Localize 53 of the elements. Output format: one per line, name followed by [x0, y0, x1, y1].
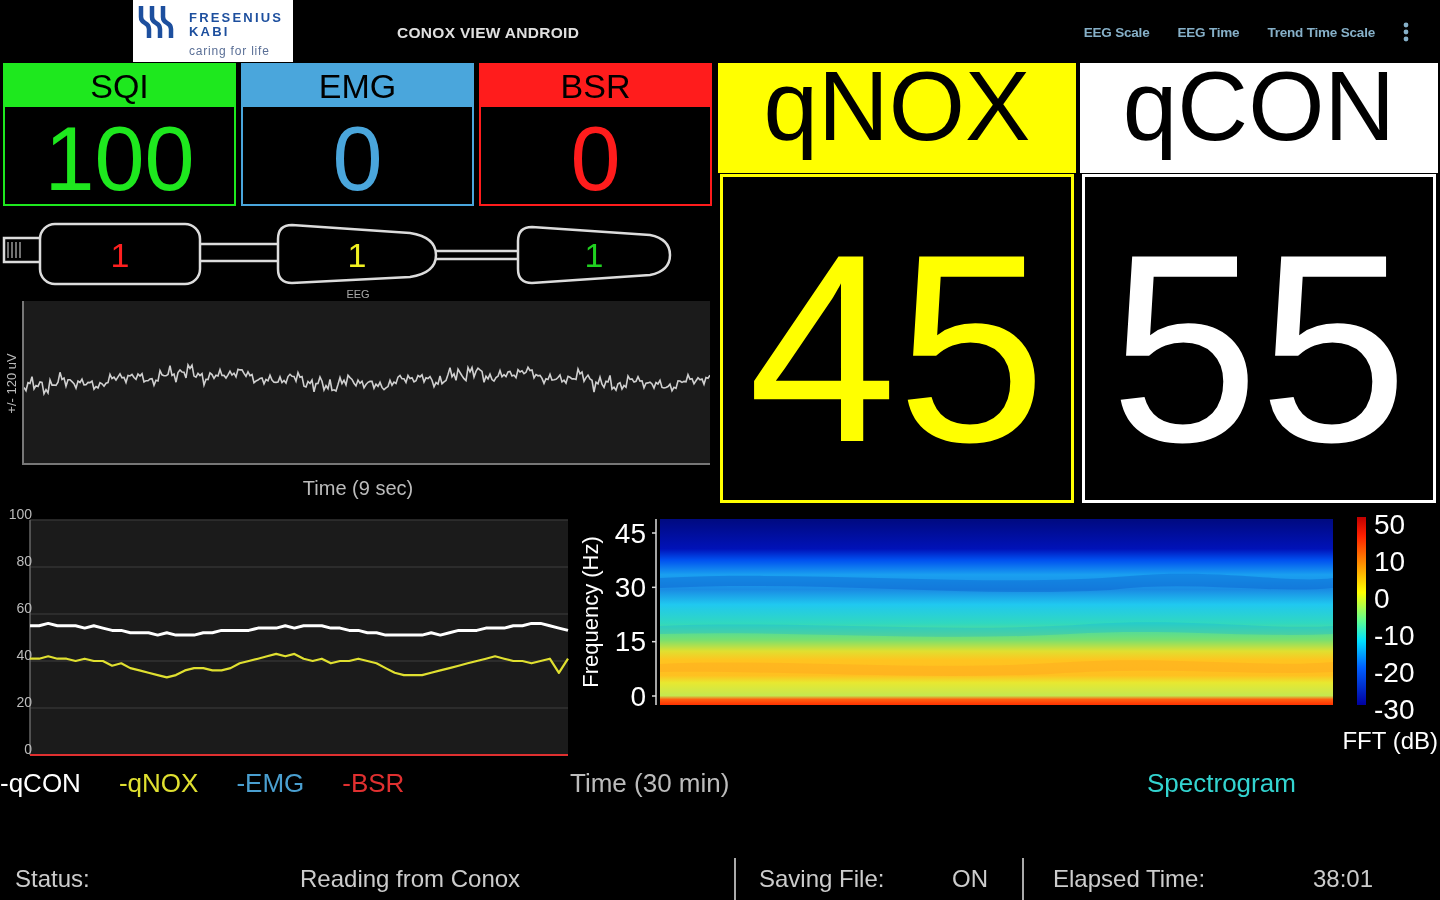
axis-tick-label: 60	[16, 600, 32, 616]
scale-tick-label: 10	[1374, 545, 1406, 577]
time-axis-label: Time (30 min)	[570, 767, 730, 798]
main-index-label: qNOX	[718, 63, 1076, 173]
status-label: Saving File:	[759, 865, 886, 893]
index-value: 0	[479, 107, 712, 206]
status-value: 38:01	[1313, 865, 1374, 893]
main-index-value: 55	[1082, 174, 1436, 503]
main-index-label: qCON	[1080, 63, 1438, 173]
electrode-status-number: 1	[584, 236, 604, 274]
axis-tick-label: 30	[614, 571, 646, 603]
axis-tick-label: 80	[16, 553, 32, 569]
status-value: Reading from Conox	[300, 865, 521, 893]
index-label: BSR	[479, 63, 712, 107]
legend-entry: -EMG	[236, 767, 305, 799]
toolbar-action[interactable]: Trend Time Scale	[1267, 24, 1375, 40]
axis-tick-label: 40	[16, 647, 32, 663]
sensor-label: EEG	[346, 287, 370, 301]
axis-tick-label: 0	[24, 741, 32, 757]
status-label: Status:	[15, 865, 91, 893]
index-label: SQI	[3, 63, 236, 107]
legend-entry: -qCON	[0, 767, 81, 799]
scale-tick-label: 0	[1374, 582, 1390, 614]
status-value: ON	[952, 865, 988, 893]
eeg-time-label: Time (9 sec)	[302, 476, 414, 500]
brand-name: FRESENIUS KABI	[189, 11, 284, 39]
scale-tick-label: -20	[1374, 656, 1415, 688]
legend-entry: -BSR	[342, 767, 405, 799]
scale-tick-label: -10	[1374, 619, 1415, 651]
axis-tick-label: 100	[8, 506, 32, 522]
frequency-axis-label: Frequency (Hz)	[577, 536, 603, 688]
legend-entry: -qNOX	[118, 767, 199, 799]
index-label: EMG	[241, 63, 474, 107]
spectrogram-title: Spectrogram	[1147, 767, 1296, 799]
app-title: CONOX VIEW ANDROID	[397, 23, 580, 42]
axis-tick-label: 45	[614, 517, 646, 549]
scale-tick-label: -30	[1374, 693, 1415, 725]
scale-tick-label: 50	[1374, 508, 1406, 540]
index-value: 100	[3, 107, 236, 206]
electrode-status-number: 1	[110, 236, 130, 274]
scale-unit-label: FFT (dB)	[1342, 726, 1438, 754]
toolbar-action[interactable]: EEG Time	[1177, 24, 1240, 40]
toolbar-action[interactable]: EEG Scale	[1083, 24, 1150, 40]
main-index-value: 45	[720, 174, 1074, 503]
axis-tick-label: 0	[630, 680, 646, 712]
brand-tagline: caring for life	[189, 45, 271, 58]
index-value: 0	[241, 107, 474, 206]
overflow-menu-icon[interactable]	[1403, 22, 1409, 42]
electrode-status-number: 1	[347, 236, 367, 274]
axis-tick-label: 15	[614, 626, 646, 658]
eeg-axis-label: +/- 120 uV	[3, 352, 19, 414]
status-label: Elapsed Time:	[1053, 865, 1207, 893]
axis-tick-label: 20	[16, 694, 32, 710]
